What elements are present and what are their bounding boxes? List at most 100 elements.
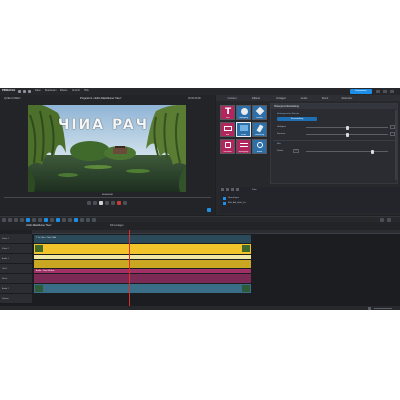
transition-icon: [241, 108, 248, 115]
effect-tile-audio[interactable]: Audio: [252, 139, 267, 154]
track-header[interactable]: Stimme: [0, 294, 32, 304]
track-name: Musik: [2, 278, 8, 280]
effect-tile-motion[interactable]: Bewegung: [236, 139, 251, 154]
effect-tile-label: Bild: [225, 133, 230, 136]
filter-tree-item[interactable]: Bild_AA_Hallo_Ihr: [228, 201, 246, 205]
minimize-icon[interactable]: [376, 89, 380, 93]
clip-music[interactable]: [34, 274, 251, 283]
playhead[interactable]: [129, 230, 130, 306]
tab-templates[interactable]: Vorlagen: [270, 96, 292, 101]
timeline-tab-project[interactable]: clotho Marsblume "Neu": [26, 224, 52, 228]
track-header[interactable]: Video 1: [0, 234, 32, 244]
preview-scrubber[interactable]: [4, 197, 211, 198]
clip-audio-wave-yellow[interactable]: [34, 260, 251, 268]
menu-bar: PINNACLE Datei Bearbeiten Effekte Ansich…: [0, 88, 400, 95]
filter-item-icon: [223, 201, 226, 205]
param-strength-label: Stärke: [277, 150, 284, 152]
record-icon[interactable]: [117, 201, 121, 205]
effect-tile-transition[interactable]: Übergang: [236, 105, 251, 120]
tree-tool-icon[interactable]: [236, 188, 239, 191]
effect-tile-tool[interactable]: Werkzeug: [252, 122, 267, 137]
clip-video[interactable]: [34, 244, 251, 254]
track-header[interactable]: Audio 2: [0, 284, 32, 294]
to-end-icon[interactable]: [111, 201, 115, 205]
menu-item-edit[interactable]: Bearbeiten: [45, 89, 57, 93]
zoom-out-icon[interactable]: [368, 306, 371, 310]
track-header[interactable]: Audio 1: [0, 254, 32, 264]
tab-recorder[interactable]: Rekorder: [336, 96, 358, 101]
export-button[interactable]: Exportieren: [350, 89, 372, 94]
clip-audio-blue[interactable]: [34, 284, 251, 293]
play-icon[interactable]: [99, 201, 103, 205]
menu-item-view[interactable]: Ansicht: [72, 89, 80, 93]
tab-content[interactable]: Content: [222, 96, 242, 101]
clip-effect-overlay[interactable]: Audio - Datei Mellow: [34, 269, 251, 273]
filter-tree-header: Filter: [252, 189, 257, 191]
effect-tile-label: Titel: [225, 116, 230, 119]
step-back-icon[interactable]: [93, 201, 97, 205]
tree-tool-icon[interactable]: [226, 188, 229, 191]
preset-button[interactable]: Voreinstellung: [277, 117, 317, 121]
strength-value: 0: [295, 149, 297, 152]
strength-slider-thumb[interactable]: [371, 149, 374, 154]
timeline-tracks: Video 1 Video 2 Audio 1 Titel 1 Musik Au…: [0, 230, 400, 306]
step-forward-icon[interactable]: [105, 201, 109, 205]
track-name: Audio 2: [2, 288, 9, 290]
title-tool-icon: T: [225, 107, 232, 117]
close-icon[interactable]: [390, 89, 394, 93]
tree-tool-icon[interactable]: [221, 188, 224, 191]
effect-tile-image[interactable]: Bild: [220, 122, 235, 137]
clip-label: Audio - Datei Mellow: [36, 270, 55, 272]
effect-tile-label: Farbe: [240, 133, 247, 136]
preview-timecode: 00:00:05:08: [102, 194, 113, 196]
effect-tile-label: Bewegung: [238, 150, 249, 153]
effect-tile-color[interactable]: Farbe: [236, 122, 251, 137]
brightness-slider-thumb[interactable]: [346, 125, 349, 130]
settings-scrollbar[interactable]: [395, 110, 397, 180]
strength-slider[interactable]: [306, 151, 388, 152]
maximize-icon[interactable]: [383, 89, 387, 93]
tree-tool-icon[interactable]: [231, 188, 234, 191]
effect-tile-label: Übergang: [239, 116, 248, 119]
export-button-label: Exportieren: [355, 90, 367, 92]
clip-title-track[interactable]: T 1s - Neu - Titel - Bild: [34, 235, 251, 243]
save-icon[interactable]: [28, 89, 31, 93]
menu-item-help[interactable]: Hilfe: [84, 89, 89, 93]
param-contrast-label: Kontrast: [277, 133, 286, 135]
video-editor-window: PINNACLE Datei Bearbeiten Effekte Ansich…: [0, 88, 400, 310]
menu-item-file[interactable]: Datei: [35, 89, 41, 93]
to-start-icon[interactable]: [87, 201, 91, 205]
tab-effects[interactable]: Effekte: [246, 96, 266, 101]
new-project-icon[interactable]: [18, 89, 21, 93]
effect-tile-title[interactable]: T Titel: [220, 105, 235, 120]
title-overlay-text[interactable]: ЧIИA PAЧ: [58, 117, 149, 133]
effects-icon: [255, 106, 265, 116]
app-logo: PINNACLE: [2, 89, 16, 92]
effect-tile-label: Effekte: [256, 116, 263, 119]
track-header[interactable]: Video 2: [0, 244, 32, 254]
effect-tile-keyword[interactable]: Stichwort: [220, 139, 235, 154]
open-folder-icon[interactable]: [23, 89, 26, 93]
program-title: Programm: clotho Marsblume "Neu": [80, 97, 122, 100]
filter-tree-item[interactable]: Hinzufügen: [228, 196, 239, 200]
effect-tile-effects[interactable]: Effekte: [252, 105, 267, 120]
clip-audio-waveform[interactable]: [34, 255, 251, 259]
keyword-icon: [225, 142, 231, 148]
track-header[interactable]: Musik: [0, 274, 32, 284]
fullscreen-icon[interactable]: [207, 208, 211, 212]
menu-item-effects[interactable]: Effekte: [60, 89, 67, 93]
tab-stock[interactable]: Stock: [316, 96, 334, 101]
loop-icon[interactable]: [123, 201, 127, 205]
track-header[interactable]: Titel 1: [0, 264, 32, 274]
motion-icon: [240, 143, 248, 147]
tab-audio[interactable]: Audio: [294, 96, 314, 101]
library-tabs: Content Effekte Vorlagen Audio Stock Rek…: [216, 95, 400, 101]
track-name: Titel 1: [2, 268, 8, 270]
clip-thumbnail: [242, 285, 250, 292]
timeline-tab-templates[interactable]: Filmvorlagen: [110, 224, 124, 228]
video-frame[interactable]: ЧIИA PAЧ: [28, 105, 186, 192]
strength-value-box[interactable]: 0: [293, 148, 299, 153]
contrast-slider-thumb[interactable]: [346, 132, 349, 137]
zoom-slider[interactable]: [374, 307, 392, 309]
tool-icon: [256, 124, 264, 133]
